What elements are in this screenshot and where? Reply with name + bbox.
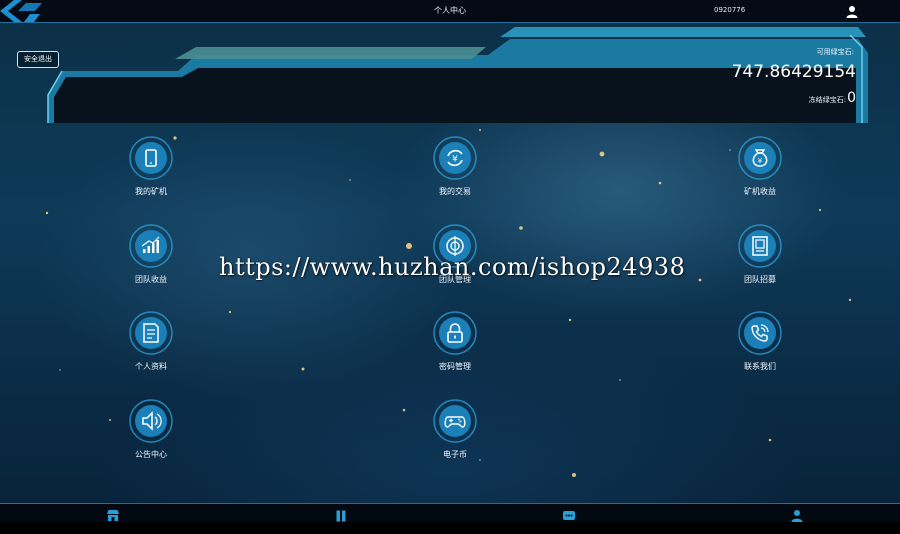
frozen-balance: 冻结绿宝石: 0 <box>809 90 856 106</box>
available-balance-value: 747.86429154 <box>731 62 856 82</box>
menu-item-label: 公告中心 <box>135 450 167 459</box>
shop-icon <box>107 510 119 521</box>
bottom-tab-user[interactable] <box>790 508 804 522</box>
frozen-balance-label: 冻结绿宝石: <box>808 96 847 104</box>
menu-item-label: 我的矿机 <box>135 187 167 196</box>
watermark-text: https://www.huzhan.com/ishop24938 <box>219 253 686 281</box>
profile-button[interactable] <box>845 4 859 18</box>
pause-icon <box>336 510 346 522</box>
document-icon <box>129 311 173 355</box>
frozen-balance-value: 0 <box>847 90 856 106</box>
menu-item-profile[interactable]: 个人资料 <box>96 311 206 381</box>
gamepad-icon <box>433 399 477 443</box>
menu-grid: 我的矿机 ¥ 我的交易 ¥ 矿机收益 团队收益 团队管理 团队招募 个人资料 密… <box>0 125 900 503</box>
menu-item-label: 我的交易 <box>439 187 471 196</box>
svg-text:¥: ¥ <box>758 157 763 165</box>
menu-item-label: 联系我们 <box>744 362 776 371</box>
user-id: 0920776 <box>714 6 746 14</box>
menu-item-password[interactable]: 密码管理 <box>400 311 510 381</box>
money-bag-icon: ¥ <box>738 136 782 180</box>
svg-text:¥: ¥ <box>452 155 458 165</box>
recruit-icon <box>738 224 782 268</box>
lock-icon <box>433 311 477 355</box>
bottom-tab-shop[interactable] <box>106 508 120 522</box>
bottom-edge <box>0 522 900 534</box>
user-icon <box>846 6 858 18</box>
menu-item-my-miners[interactable]: 我的矿机 <box>96 136 206 206</box>
menu-item-team-earnings[interactable]: 团队收益 <box>96 224 206 294</box>
phone-icon <box>129 136 173 180</box>
user-icon <box>791 510 803 522</box>
speaker-icon <box>129 399 173 443</box>
menu-item-announcements[interactable]: 公告中心 <box>96 399 206 469</box>
account-panel: 安全退出 可用绿宝石: 747.86429154 冻结绿宝石: 0 <box>0 23 900 125</box>
menu-item-my-trades[interactable]: ¥ 我的交易 <box>400 136 510 206</box>
menu-item-team-recruit[interactable]: 团队招募 <box>705 224 815 294</box>
top-bar: 个人中心 0920776 <box>0 0 900 23</box>
menu-item-label: 团队招募 <box>744 275 776 284</box>
bottom-tab-pause[interactable] <box>334 508 348 522</box>
menu-item-label: 矿机收益 <box>744 187 776 196</box>
menu-item-miner-earnings[interactable]: ¥ 矿机收益 <box>705 136 815 206</box>
phone-call-icon <box>738 311 782 355</box>
menu-item-contact-us[interactable]: 联系我们 <box>705 311 815 381</box>
page-title: 个人中心 <box>434 6 466 15</box>
menu-item-label: 密码管理 <box>439 362 471 371</box>
menu-item-label: 团队收益 <box>135 275 167 284</box>
chat-icon <box>563 511 575 520</box>
menu-item-e-coin[interactable]: 电子币 <box>400 399 510 469</box>
logout-button[interactable]: 安全退出 <box>17 51 59 68</box>
growth-chart-icon <box>129 224 173 268</box>
exchange-icon: ¥ <box>433 136 477 180</box>
menu-item-label: 个人资料 <box>135 362 167 371</box>
available-balance-label: 可用绿宝石: <box>816 48 854 56</box>
bottom-tab-chat[interactable] <box>562 508 576 522</box>
menu-item-label: 电子币 <box>443 450 467 459</box>
